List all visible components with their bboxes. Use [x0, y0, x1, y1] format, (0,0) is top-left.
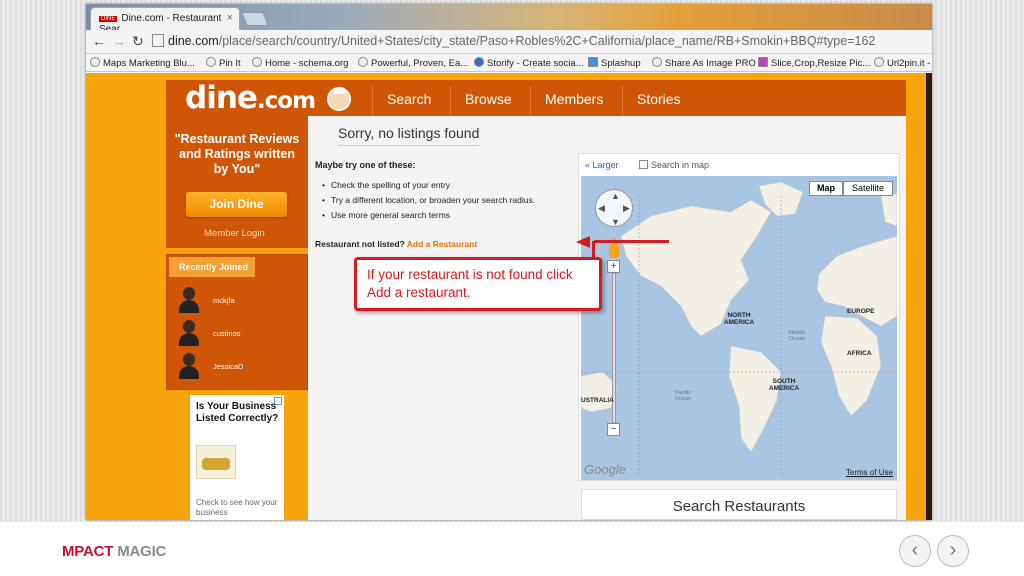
- nav-browse[interactable]: Browse: [450, 86, 512, 120]
- url-path: /place/search/country/United+States/city…: [218, 34, 876, 48]
- suggestions-label: Maybe try one of these:: [315, 160, 416, 170]
- callout-arrow-head-icon: [576, 236, 590, 248]
- prev-slide-button[interactable]: ‹: [899, 535, 931, 567]
- browser-toolbar: ← → ↻ dine.com/place/search/country/Unit…: [86, 30, 932, 54]
- globe-icon: [90, 57, 100, 67]
- suggestions-list: Check the spelling of your entry Try a d…: [322, 178, 535, 223]
- ad-image: [196, 445, 236, 479]
- search-in-map-checkbox[interactable]: Search in map: [639, 160, 709, 170]
- bookmark-item[interactable]: Url2pin.it -: [874, 57, 930, 69]
- bookmark-item[interactable]: Slice,Crop,Resize Pic...: [758, 57, 870, 69]
- pan-control-icon[interactable]: ▲ ▼ ◀ ▶: [595, 189, 633, 227]
- storify-icon: [474, 57, 484, 67]
- globe-icon: [874, 57, 884, 67]
- bookmark-item[interactable]: Splashup: [588, 57, 641, 69]
- bookmark-item[interactable]: Storify - Create socia...: [474, 57, 584, 69]
- slice-icon: [758, 57, 768, 67]
- map-panel: « Larger Search in map ▲ ▼ ◀ ▶ + − Map S…: [578, 153, 900, 481]
- nav-members[interactable]: Members: [530, 86, 603, 120]
- tab-strip: DINEDine.com - Restaurant Sear ×: [86, 4, 932, 35]
- map-type-map-button[interactable]: Map: [809, 181, 843, 196]
- promo-text: "Restaurant Reviews and Ratings written …: [174, 132, 300, 176]
- no-listings-heading: Sorry, no listings found: [338, 125, 480, 146]
- globe-icon: [652, 57, 662, 67]
- terms-of-use-link[interactable]: Terms of Use: [846, 468, 893, 477]
- chef-mascot-icon: [327, 87, 351, 111]
- dine-favicon-icon: DINE: [99, 16, 118, 22]
- bookmark-item[interactable]: Share As Image PRO: [652, 57, 756, 69]
- nav-search[interactable]: Search: [372, 86, 431, 120]
- splashup-icon: [588, 57, 598, 67]
- address-bar[interactable]: dine.com/place/search/country/United+Sta…: [152, 32, 928, 52]
- callout-arrow-line: [594, 240, 669, 243]
- join-dine-button[interactable]: Join Dine: [186, 192, 287, 217]
- next-slide-button[interactable]: ›: [937, 535, 969, 567]
- list-item: Check the spelling of your entry: [322, 178, 535, 193]
- zoom-out-button[interactable]: −: [607, 423, 620, 436]
- browser-screenshot: DINEDine.com - Restaurant Sear × ← → ↻ d…: [86, 4, 932, 520]
- ocean-label: Atlantic Ocean: [787, 330, 807, 342]
- brand-logo: MPACT MAGIC: [62, 543, 166, 560]
- globe-icon: [252, 57, 262, 67]
- map-label: EUROPE: [847, 308, 875, 315]
- recently-joined-panel: Recently Joined mckjfa custinos JessicaD: [166, 254, 308, 390]
- brand-word-red: MPACT: [62, 543, 114, 560]
- list-item: Use more general search terms: [322, 208, 535, 223]
- reload-icon[interactable]: ↻: [132, 33, 144, 50]
- checkbox-icon: [639, 160, 648, 169]
- map-label: NORTH AMERICA: [723, 312, 755, 326]
- avatar: [177, 287, 201, 313]
- ocean-label: Pacific Ocean: [674, 390, 692, 402]
- avatar: [177, 353, 201, 379]
- bookmark-item[interactable]: Pin It: [206, 57, 241, 69]
- map-label: USTRALIA: [581, 397, 614, 404]
- avatar: [177, 320, 201, 346]
- back-arrow-icon[interactable]: ←: [92, 33, 106, 49]
- google-logo: Google: [584, 462, 626, 477]
- larger-map-link[interactable]: « Larger: [585, 160, 619, 170]
- brand-word-gray: MAGIC: [117, 543, 167, 560]
- bookmark-item[interactable]: Maps Marketing Blu...: [90, 57, 195, 69]
- add-restaurant-link[interactable]: Add a Restaurant: [407, 239, 477, 249]
- page-edge-strip: [926, 73, 932, 520]
- annotation-callout: If your restaurant is not found click Ad…: [354, 257, 602, 311]
- globe-icon: [358, 57, 368, 67]
- results-content: Sorry, no listings found Maybe try one o…: [308, 116, 906, 520]
- url-domain: dine.com: [168, 34, 219, 48]
- bookmarks-bar: Maps Marketing Blu... Pin It Home - sche…: [86, 54, 932, 72]
- close-tab-icon[interactable]: ×: [227, 12, 233, 24]
- member-login-link[interactable]: Member Login: [204, 228, 265, 239]
- bookmark-item[interactable]: Home - schema.org: [252, 57, 348, 69]
- business-ad[interactable]: Is Your Business Listed Correctly? Check…: [190, 395, 284, 520]
- dine-logo[interactable]: dine.com: [185, 80, 316, 116]
- forward-arrow-icon[interactable]: →: [112, 33, 126, 49]
- map-type-satellite-button[interactable]: Satellite: [843, 181, 893, 196]
- world-map[interactable]: ▲ ▼ ◀ ▶ + − Map Satellite NORTH AMERICA EU…: [581, 176, 897, 480]
- ad-subtext: Check to see how your business: [196, 498, 278, 517]
- map-label: SOUTH AMERICA: [768, 378, 800, 392]
- ad-title: Is Your Business Listed Correctly?: [196, 401, 279, 424]
- bookmark-item[interactable]: Powerful, Proven, Ea...: [358, 57, 468, 69]
- zoom-in-button[interactable]: +: [607, 260, 620, 273]
- globe-icon: [206, 57, 216, 67]
- search-restaurants-heading[interactable]: Search Restaurants: [581, 489, 897, 520]
- nav-stories[interactable]: Stories: [622, 86, 681, 120]
- page-icon: [152, 34, 164, 47]
- new-tab-button[interactable]: [241, 12, 269, 26]
- world-map-land: [581, 181, 897, 476]
- browser-tab[interactable]: DINEDine.com - Restaurant Sear ×: [90, 7, 240, 35]
- map-label: AFRICA: [847, 350, 872, 357]
- recently-joined-title: Recently Joined: [169, 257, 255, 277]
- not-listed-line: Restaurant not listed? Add a Restaurant: [315, 239, 478, 249]
- list-item: Try a different location, or broaden you…: [322, 193, 535, 208]
